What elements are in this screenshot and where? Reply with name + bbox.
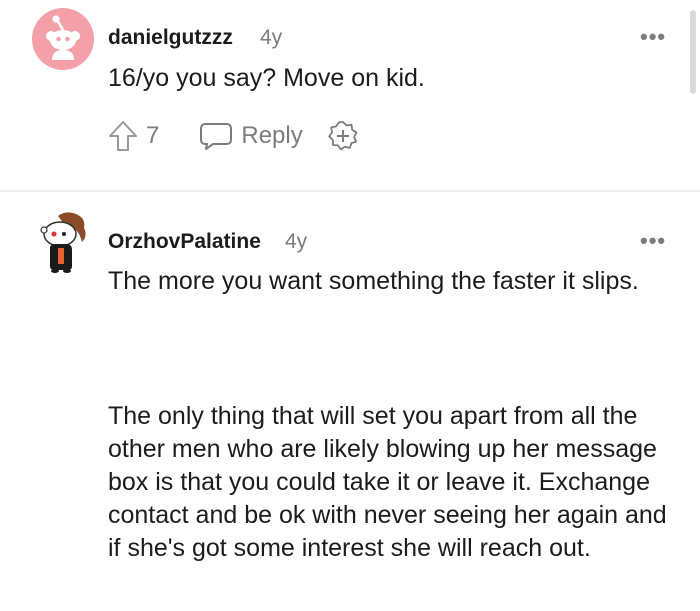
username[interactable]: danielgutzzz: [108, 26, 233, 50]
award-button[interactable]: [327, 120, 359, 152]
upvote-arrow-icon: [109, 121, 137, 151]
avatar[interactable]: [32, 8, 94, 70]
comment-paragraph: The more you want something the faster i…: [108, 267, 639, 295]
comment-divider: [0, 190, 700, 192]
snoo-avatar-icon: [40, 212, 86, 273]
comment-actions: 7 Reply: [108, 120, 359, 152]
comment-paragraph: The only thing that will set you apart f…: [108, 402, 667, 562]
more-options-button[interactable]: •••: [640, 228, 666, 254]
scrollbar[interactable]: [690, 10, 696, 94]
chat-bubble-icon: [200, 123, 233, 150]
avatar[interactable]: [36, 210, 92, 274]
comment-age: 4y: [285, 230, 308, 253]
comment-body: 16/yo you say? Move on kid.: [108, 64, 425, 92]
reply-button[interactable]: Reply: [199, 121, 303, 151]
more-options-button[interactable]: •••: [640, 24, 666, 50]
reply-label: Reply: [241, 122, 303, 149]
vote-count: 7: [146, 122, 160, 149]
username[interactable]: OrzhovPalatine: [108, 230, 261, 254]
snoo-avatar-icon: [32, 8, 94, 70]
upvote-button[interactable]: [108, 120, 138, 152]
comment-age: 4y: [260, 26, 283, 49]
award-plus-icon: [328, 121, 358, 151]
